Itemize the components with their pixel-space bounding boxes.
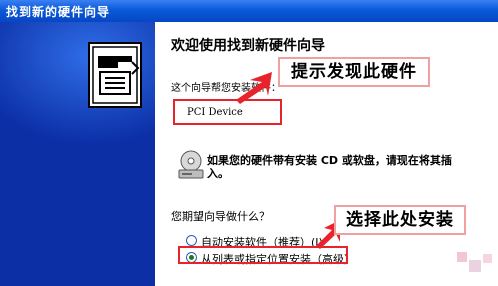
callout-found-hardware: 提示发现此硬件	[278, 57, 430, 87]
decorative-shape	[457, 252, 492, 272]
annotation-arrows	[236, 72, 340, 249]
callout-select-install: 选择此处安装	[334, 205, 466, 235]
arrow-to-device	[236, 72, 272, 104]
